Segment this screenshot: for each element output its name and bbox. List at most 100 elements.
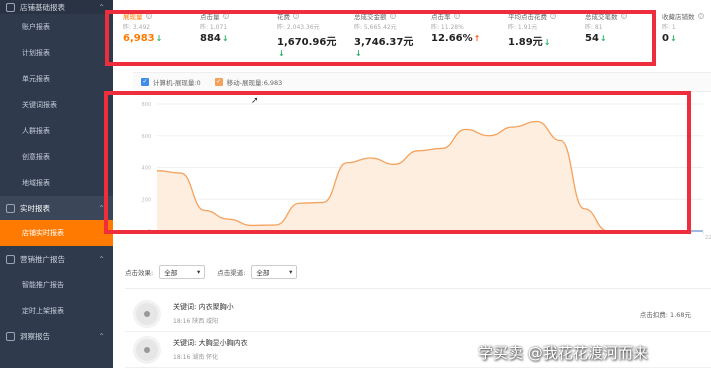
y-tick-label: 0 bbox=[148, 229, 151, 235]
metric-value: 54 bbox=[585, 33, 599, 44]
metric-prev: 昨: 2,043.36元 bbox=[277, 24, 320, 31]
avatar bbox=[133, 335, 161, 364]
effect-filter-value: 全部 bbox=[164, 269, 178, 277]
channel-filter-select[interactable]: 全部 ▾ bbox=[251, 265, 298, 279]
metric-label: 平均点击花费 bbox=[508, 13, 547, 21]
metric-value: 884 bbox=[200, 33, 221, 44]
metric-value: 0 bbox=[662, 33, 669, 44]
metric-prev: 昨: 1,071 bbox=[200, 24, 228, 31]
trend-down-icon: ↓ bbox=[155, 34, 163, 43]
metric-prev: 昨: 3,492 bbox=[123, 24, 151, 31]
sidebar-item-smart-promo-report[interactable]: 智能推广报告 bbox=[0, 272, 113, 298]
checkbox-checked-icon[interactable]: ✓ bbox=[214, 78, 223, 86]
y-tick-label: 400 bbox=[141, 166, 151, 172]
metric-value: 6,983 bbox=[123, 33, 155, 44]
chevron-down-icon: ▾ bbox=[289, 268, 293, 276]
chevron-up-icon: ⌃ bbox=[98, 331, 105, 341]
sidebar-group-realtime-reports[interactable]: 实时报表 ⌃ bbox=[0, 196, 113, 220]
y-tick-label: 200 bbox=[141, 197, 151, 203]
chart-svg: 800 600 400 200 0 22 bbox=[141, 102, 711, 241]
sidebar-group-marketing-reports[interactable]: 营销推广报告 ⌃ bbox=[0, 246, 113, 272]
metrics-bar: 展现量? 昨: 3,492 6,983↓ 点击量? 昨: 1,071 884↓ … bbox=[113, 10, 711, 60]
metric-prev: 昨: 5,665.42元 bbox=[354, 24, 397, 31]
metric-total-sales[interactable]: 总成交金额? 昨: 5,665.42元 3,746.37元↓ bbox=[344, 10, 421, 60]
legend-item-pc[interactable]: ✓ 计算机-展现量:0 bbox=[141, 77, 201, 87]
help-icon[interactable]: ? bbox=[389, 13, 396, 19]
sidebar-item-creative-report[interactable]: 创意报表 bbox=[0, 144, 113, 170]
metric-value: 1.89元 bbox=[508, 37, 543, 48]
help-icon[interactable]: ? bbox=[620, 13, 627, 19]
help-icon[interactable]: ? bbox=[222, 13, 229, 19]
metric-impressions[interactable]: 展现量? 昨: 3,492 6,983↓ bbox=[113, 10, 190, 60]
x-tick-label: 22 bbox=[705, 235, 711, 241]
metric-value: 12.66% bbox=[431, 33, 473, 44]
sidebar-item-account-report[interactable]: 账户报表 bbox=[0, 14, 113, 40]
metric-label: 点击率 bbox=[431, 13, 451, 21]
sidebar-item-store-realtime-report[interactable]: 店铺实时报表 bbox=[0, 220, 113, 246]
sidebar-group-basic-reports[interactable]: 店铺基础报表 ⌃ bbox=[0, 0, 113, 14]
impressions-chart: 800 600 400 200 0 22 bbox=[113, 94, 711, 244]
metric-avg-cpc[interactable]: 平均点击花费? 昨: 1.91元 1.89元↓ bbox=[498, 10, 575, 60]
sidebar-item-region-report[interactable]: 地域报表 bbox=[0, 170, 113, 196]
sidebar-item-plan-report[interactable]: 计划报表 bbox=[0, 40, 113, 66]
list-item[interactable]: 关键词: 内衣聚胸小 18:16 陕西 咸阳 点击扣费: 1.68元 bbox=[125, 296, 711, 332]
sidebar-group-label: 实时报表 bbox=[20, 203, 50, 213]
checkbox-checked-icon[interactable]: ✓ bbox=[141, 78, 149, 86]
y-tick-label: 800 bbox=[141, 102, 151, 108]
chevron-up-icon: ⌃ bbox=[98, 2, 105, 12]
help-icon[interactable]: ? bbox=[550, 13, 556, 19]
metric-cost[interactable]: 花费? 昨: 2,043.36元 1,670.96元↓ bbox=[267, 10, 344, 60]
click-cost: 点击扣费: 1.68元 bbox=[639, 310, 691, 319]
chart-legend: ✓ 计算机-展现量:0 ✓ 移动-展现量:6,983 bbox=[133, 72, 711, 92]
avatar bbox=[133, 299, 161, 328]
keyword-text: 关键词: 大胸显小胸内衣 bbox=[173, 339, 248, 347]
metric-prev: 昨: 11.28% bbox=[431, 24, 464, 31]
click-meta: 18:16 陕西 咸阳 bbox=[173, 318, 219, 325]
marketing-icon bbox=[6, 254, 15, 264]
legend-item-mobile[interactable]: ✓ 移动-展现量:6,983 bbox=[214, 77, 282, 87]
metric-value: 3,746.37元 bbox=[354, 37, 414, 48]
watermark: 学买卖 @我花花渡河而来 bbox=[478, 344, 648, 362]
metric-total-orders[interactable]: 总成交笔数? 昨: 81 54↓ bbox=[575, 10, 652, 60]
sidebar-item-scheduled-listing-report[interactable]: 定时上架报表 bbox=[0, 298, 113, 324]
chevron-up-icon: ⌃ bbox=[98, 203, 105, 213]
main-content: 展现量? 昨: 3,492 6,983↓ 点击量? 昨: 1,071 884↓ … bbox=[113, 0, 711, 368]
metric-label: 总成交金额 bbox=[354, 13, 387, 21]
effect-filter-select[interactable]: 全部 ▾ bbox=[159, 265, 206, 279]
trend-down-icon: ↓ bbox=[669, 34, 677, 43]
trend-down-icon: ↓ bbox=[221, 34, 229, 43]
metric-store-favorites[interactable]: 收藏店铺数? 昨: 1 0↓ bbox=[652, 10, 711, 60]
metric-clicks[interactable]: 点击量? 昨: 1,071 884↓ bbox=[190, 10, 267, 60]
metric-label: 总成交笔数 bbox=[585, 13, 618, 21]
help-icon[interactable]: ? bbox=[453, 13, 460, 19]
legend-label: 计算机-展现量:0 bbox=[153, 79, 201, 87]
sidebar: 店铺基础报表 ⌃ 账户报表 计划报表 单元报表 关键词报表 人群报表 创意报表 … bbox=[0, 0, 113, 368]
mobile-area bbox=[157, 121, 703, 231]
sidebar-group-label: 洞察报告 bbox=[20, 331, 50, 341]
metric-label: 花费 bbox=[277, 13, 290, 21]
metric-prev: 昨: 1 bbox=[662, 24, 676, 31]
trend-down-icon: ↓ bbox=[543, 38, 551, 47]
effect-filter-label: 点击效果: bbox=[125, 269, 154, 277]
metric-value: 1,670.96元 bbox=[277, 37, 337, 48]
sidebar-group-label: 店铺基础报表 bbox=[20, 2, 65, 12]
channel-filter-value: 全部 bbox=[256, 269, 270, 277]
trend-down-icon: ↓ bbox=[355, 49, 362, 58]
realtime-icon bbox=[6, 203, 15, 213]
sidebar-item-keyword-report[interactable]: 关键词报表 bbox=[0, 92, 113, 118]
trend-up-icon: ↑ bbox=[473, 34, 481, 43]
help-icon[interactable]: ? bbox=[697, 13, 704, 19]
sidebar-group-label: 营销推广报告 bbox=[20, 254, 65, 264]
y-tick-label: 600 bbox=[141, 134, 151, 140]
help-icon[interactable]: ? bbox=[293, 13, 299, 19]
trend-down-icon: ↓ bbox=[278, 49, 285, 58]
report-icon bbox=[6, 2, 15, 12]
insight-icon bbox=[6, 331, 15, 341]
sidebar-group-insight-reports[interactable]: 洞察报告 ⌃ bbox=[0, 324, 113, 348]
sidebar-item-audience-report[interactable]: 人群报表 bbox=[0, 118, 113, 144]
sidebar-item-unit-report[interactable]: 单元报表 bbox=[0, 66, 113, 92]
metric-prev: 昨: 81 bbox=[585, 24, 603, 31]
help-icon[interactable]: ? bbox=[145, 13, 152, 19]
metric-label: 展现量 bbox=[123, 13, 143, 21]
metric-ctr[interactable]: 点击率? 昨: 11.28% 12.66%↑ bbox=[421, 10, 498, 60]
